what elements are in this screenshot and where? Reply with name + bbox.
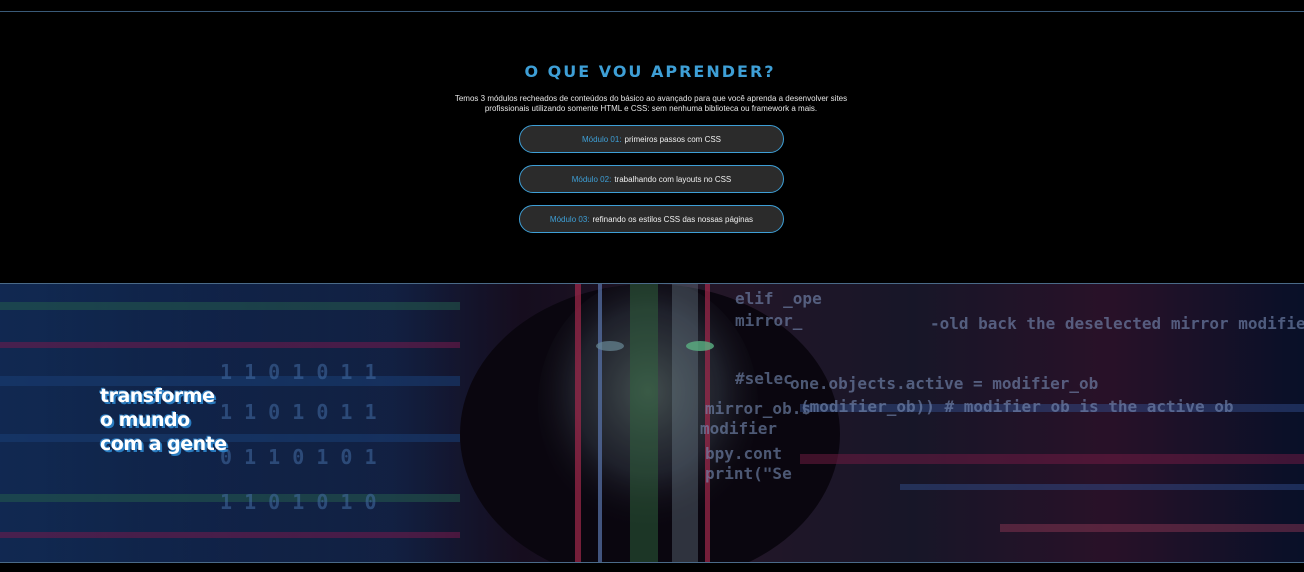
module-03-button[interactable]: Módulo 03: refinando os estilos CSS das … xyxy=(519,205,784,233)
section-title: O QUE VOU APRENDER? xyxy=(524,62,776,81)
modules-section: O QUE VOU APRENDER? Temos 3 módulos rech… xyxy=(0,12,1304,283)
module-number: Módulo 03: xyxy=(549,214,590,224)
module-number: Módulo 01: xyxy=(581,134,622,144)
section-description: Temos 3 módulos recheados de conteúdos d… xyxy=(454,94,848,113)
module-number: Módulo 02: xyxy=(571,174,612,184)
module-02-button[interactable]: Módulo 02: trabalhando com layouts no CS… xyxy=(519,165,784,193)
hero-tagline: transforme o mundo com a gente xyxy=(100,384,300,456)
module-01-button[interactable]: Módulo 01: primeiros passos com CSS xyxy=(519,125,784,153)
hero-banner: 1 1 0 1 0 1 1 1 1 0 1 0 1 1 0 1 1 0 1 0 … xyxy=(0,284,1304,562)
module-label: primeiros passos com CSS xyxy=(624,134,722,144)
footer-strip xyxy=(0,563,1304,572)
module-label: trabalhando com layouts no CSS xyxy=(614,174,732,184)
module-label: refinando os estilos CSS das nossas pági… xyxy=(592,214,754,224)
hero-tagline-line: com a gente xyxy=(100,433,227,455)
hero-tagline-line: o mundo xyxy=(100,409,190,431)
hero-tagline-line: transforme xyxy=(100,385,215,407)
